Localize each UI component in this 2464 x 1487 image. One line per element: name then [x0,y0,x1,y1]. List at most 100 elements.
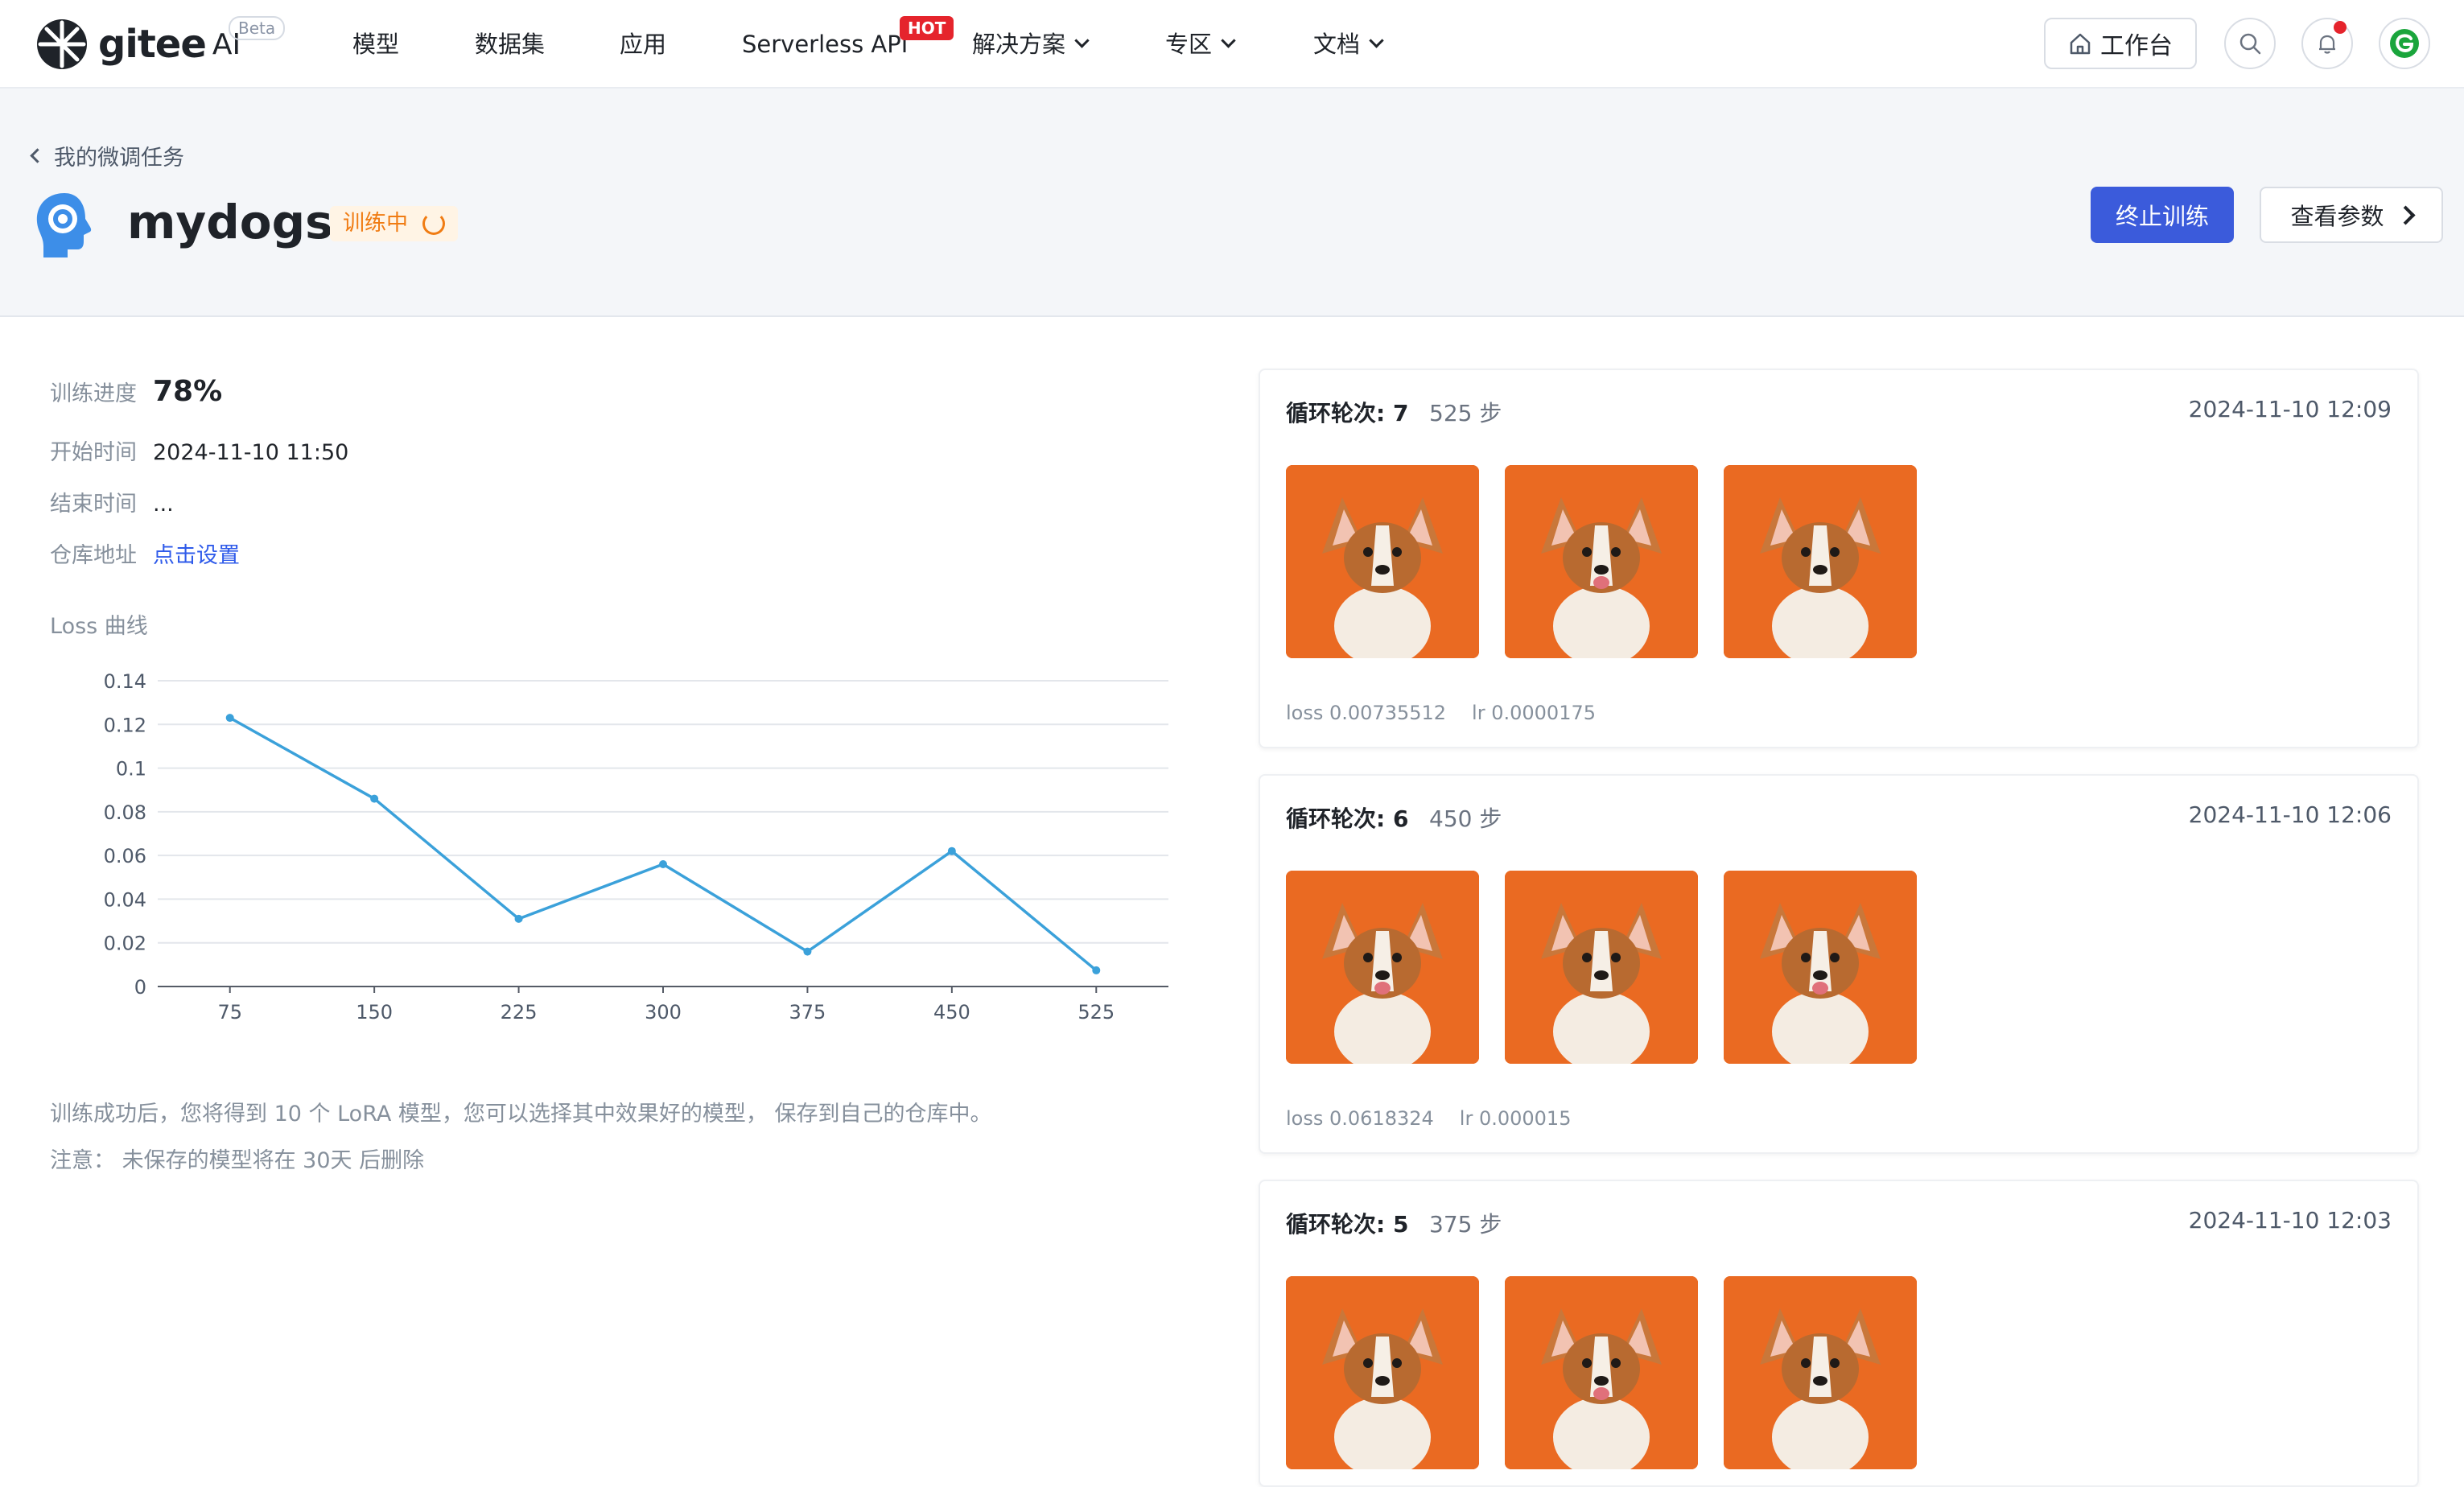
sample-image[interactable] [1505,465,1698,658]
epoch-card: 循环轮次: 5 375 步 2024-11-10 12:03 [1259,1180,2419,1487]
nav-item-solutions[interactable]: 解决方案 [972,0,1090,89]
steps-label: 525 步 [1429,400,1502,426]
back-label: 我的微调任务 [54,146,184,171]
nav-item-datasets[interactable]: 数据集 [475,0,545,89]
user-avatar[interactable] [2379,18,2430,69]
y-tick-label: 0.06 [104,845,146,867]
sample-image[interactable] [1505,871,1698,1064]
x-tick-label: 75 [217,1001,242,1024]
repo-setup-link[interactable]: 点击设置 [153,538,240,569]
puppy-image [1286,1276,1479,1469]
gitee-ai-logo[interactable]: gitee AI Beta [35,16,286,72]
puppy-image [1505,465,1698,658]
x-tick-label: 150 [356,1001,393,1024]
avatar-icon [2390,29,2419,58]
epoch-card: 循环轮次: 6 450 步 2024-11-10 12:06 loss 0.06… [1259,774,2419,1154]
notification-dot [2334,21,2347,34]
home-icon [2070,33,2091,55]
nav-item-serverless-api[interactable]: Serverless API [742,0,908,89]
sample-image[interactable] [1724,1276,1917,1469]
epoch-metrics: loss 0.0618324 lr 0.000015 [1286,1107,1571,1130]
steps-label: 375 步 [1429,1211,1502,1238]
loss-line [229,716,1098,972]
search-icon [2239,33,2261,55]
sample-image[interactable] [1505,1276,1698,1469]
epoch-time: 2024-11-10 12:09 [2188,396,2392,422]
search-button[interactable] [2224,18,2276,69]
x-tick-label: 525 [1077,1001,1115,1024]
top-navbar: gitee AI Beta 模型 数据集 应用 Serverless API 解… [0,0,2464,89]
head-gear-icon [36,193,92,257]
data-point [1092,966,1101,974]
end-time-row: 结束时间 ... [50,486,174,517]
nav-item-zones[interactable]: 专区 [1165,0,1236,89]
y-tick-label: 0.12 [104,714,146,736]
repo-label: 仓库地址 [50,543,137,568]
sample-image[interactable] [1724,871,1917,1064]
y-tick-label: 0.04 [104,888,146,911]
notifications-button[interactable] [2301,18,2353,69]
nav-item-label: Serverless API [742,31,909,58]
epoch-card: 循环轮次: 7 525 步 2024-11-10 12:09 loss 0.00… [1259,369,2419,748]
epoch-label: 循环轮次: 7 [1286,400,1409,426]
sample-image[interactable] [1286,871,1479,1064]
sample-image[interactable] [1286,1276,1479,1469]
view-params-label: 查看参数 [2290,203,2384,230]
beta-badge: Beta [229,16,286,40]
data-point [659,860,667,868]
epoch-metrics: loss 0.00735512 lr 0.0000175 [1286,702,1596,724]
start-time-label: 开始时间 [50,440,137,465]
end-time-label: 结束时间 [50,492,137,517]
y-tick-label: 0 [134,976,146,999]
stop-training-button[interactable]: 终止训练 [2091,187,2234,243]
y-tick-label: 0.1 [116,758,146,781]
loss-chart-title: Loss 曲线 [50,614,148,639]
nav-item-label: 数据集 [475,31,546,58]
nav-item-docs[interactable]: 文档 [1313,0,1384,89]
workbench-button[interactable]: 工作台 [2044,18,2197,69]
epoch-time: 2024-11-10 12:03 [2188,1207,2392,1234]
bell-icon [2319,35,2335,54]
chevron-down-icon [1221,33,1236,48]
puppy-image [1724,465,1917,658]
loss-value: loss 0.00735512 [1286,702,1447,724]
chevron-right-icon [2395,204,2416,225]
x-tick-label: 300 [645,1001,682,1024]
y-tick-label: 0.08 [104,801,146,824]
puppy-image [1724,871,1917,1064]
status-badge: 训练中 [330,206,458,241]
workbench-label: 工作台 [2100,32,2173,60]
progress-value: 78% [153,375,223,408]
puppy-image [1286,465,1479,658]
data-point [514,914,523,923]
y-tick-label: 0.14 [104,670,146,693]
hot-badge: HOT [900,16,954,40]
puppy-image [1505,1276,1698,1469]
chevron-down-icon [1369,33,1384,48]
loss-chart: 0.14 0.12 0.1 0.08 0.06 0.04 0.02 0 75 150 225 300 3… [104,670,1168,1024]
repo-row: 仓库地址 点击设置 [50,538,240,569]
data-point [225,714,234,723]
y-tick-label: 0.02 [104,933,146,955]
sample-image[interactable] [1286,465,1479,658]
epoch-label: 循环轮次: 5 [1286,1211,1409,1238]
tip-line-2: 注意： 未保存的模型将在 30天 后删除 [50,1148,425,1173]
back-to-my-tasks-link[interactable]: 我的微调任务 [30,140,184,171]
nav-item-label: 模型 [352,31,400,58]
status-label: 训练中 [343,211,408,236]
page-title: mydogs [127,195,333,249]
chevron-left-icon [30,148,45,163]
chevron-down-icon [1074,33,1090,48]
x-tick-label: 450 [933,1001,970,1024]
nav-item-apps[interactable]: 应用 [620,0,666,89]
nav-item-label: 解决方案 [972,31,1066,58]
lr-value: lr 0.0000175 [1472,702,1596,724]
puppy-image [1286,871,1479,1064]
tip-line-1: 训练成功后，您将得到 10 个 LoRA 模型，您可以选择其中效果好的模型， 保… [50,1102,992,1127]
nav-item-label: 应用 [620,31,667,58]
view-params-button[interactable]: 查看参数 [2260,187,2443,243]
data-point [947,846,956,855]
nav-item-models[interactable]: 模型 [352,0,399,89]
sample-image[interactable] [1724,465,1917,658]
logo-text: gitee [98,22,207,67]
